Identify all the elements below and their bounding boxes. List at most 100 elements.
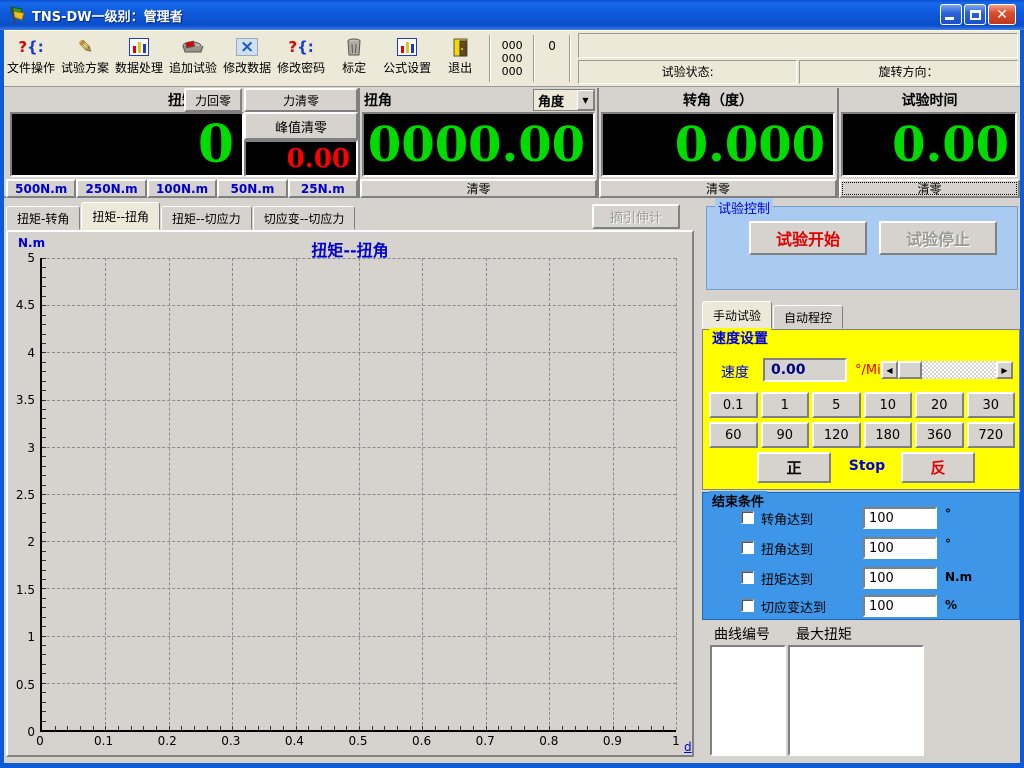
max-torque-listbox[interactable] — [788, 645, 924, 756]
toolbar-button-calibration[interactable]: 标定 — [328, 31, 380, 86]
y-tick-label: 2.5 — [16, 488, 35, 502]
speed-input[interactable] — [763, 358, 847, 382]
tab-shear-strain-stress[interactable]: 切应变--切应力 — [253, 206, 356, 230]
tab-torque-rotation[interactable]: 扭矩-转角 — [6, 206, 80, 230]
test-stop-button[interactable]: 试验停止 — [879, 221, 997, 255]
x-minor-tick — [245, 726, 246, 730]
y-minor-tick — [42, 428, 46, 429]
toolbar-button-file-ops[interactable]: ?{: 文件操作 — [4, 31, 58, 86]
toolbar-separator — [569, 35, 571, 82]
toolbar-label: 追加试验 — [169, 59, 217, 76]
shear-strain-reached-checkbox[interactable] — [741, 599, 754, 612]
y-tick-label: 3.5 — [16, 393, 35, 407]
preset-90-button[interactable]: 90 — [761, 422, 810, 448]
toolbar-button-change-password[interactable]: ?{: 修改密码 — [274, 31, 328, 86]
remove-extensometer-button[interactable]: 摘引伸计 — [592, 204, 680, 229]
y-minor-tick — [42, 626, 46, 627]
minimize-button[interactable] — [940, 4, 962, 25]
force-return-zero-button[interactable]: 力回零 — [184, 88, 242, 112]
x-minor-tick — [410, 726, 411, 730]
twist-reached-checkbox[interactable] — [741, 541, 754, 554]
rotation-reached-checkbox[interactable] — [741, 511, 754, 524]
preset-5-button[interactable]: 5 — [812, 392, 861, 418]
chevron-down-icon[interactable]: ▼ — [577, 90, 594, 110]
x-minor-tick — [448, 726, 449, 730]
maximize-button[interactable] — [964, 4, 986, 25]
force-clear-button[interactable]: 力清零 — [244, 88, 358, 112]
y-minor-tick — [42, 381, 46, 382]
preset-180-button[interactable]: 180 — [864, 422, 913, 448]
rotation-panel: 转角（度） 0.000 清零 — [599, 88, 839, 198]
y-minor-tick — [42, 598, 46, 599]
x-minor-tick — [169, 726, 170, 730]
tab-torque-shear-stress[interactable]: 扭矩--切应力 — [161, 206, 252, 230]
toolbar-button-data-process[interactable]: 数据处理 — [112, 31, 166, 86]
preset-720-button[interactable]: 720 — [967, 422, 1016, 448]
x-minor-tick — [359, 726, 360, 730]
preset-20-button[interactable]: 20 — [915, 392, 964, 418]
rotation-reached-input[interactable] — [863, 507, 937, 529]
toolbar-label: 修改密码 — [277, 59, 325, 76]
range-500-button[interactable]: 500N.m — [6, 179, 76, 198]
shear-strain-reached-input[interactable] — [863, 595, 937, 617]
preset-1-button[interactable]: 1 — [761, 392, 810, 418]
books-icon — [182, 35, 204, 59]
range-50-button[interactable]: 50N.m — [217, 179, 287, 198]
counter-line: 000 — [502, 39, 523, 52]
close-button[interactable]: ✕ — [988, 4, 1016, 25]
preset-360-button[interactable]: 360 — [915, 422, 964, 448]
range-250-button[interactable]: 250N.m — [76, 179, 146, 198]
toolbar-button-modify-data[interactable]: × 修改数据 — [220, 31, 274, 86]
tab-manual-test[interactable]: 手动试验 — [702, 301, 772, 329]
y-minor-tick — [42, 466, 46, 467]
toolbar-button-append-test[interactable]: 追加试验 — [166, 31, 220, 86]
speed-settings-legend: 速度设置 — [709, 328, 771, 348]
range-25-button[interactable]: 25N.m — [288, 179, 358, 198]
time-clear-button[interactable]: 清零 — [839, 179, 1020, 198]
tab-torque-twist[interactable]: 扭矩--扭角 — [81, 202, 160, 230]
scrollbar-track[interactable] — [898, 361, 996, 379]
icon-glyph: {: — [27, 38, 44, 56]
toolbar-button-test-plan[interactable]: ✎ 试验方案 — [58, 31, 112, 86]
trash-barrel-icon — [346, 35, 362, 59]
twist-clear-button[interactable]: 清零 — [360, 179, 597, 198]
y-minor-tick — [42, 334, 46, 335]
curve-number-listbox[interactable] — [710, 645, 786, 756]
scrollbar-left-arrow[interactable]: ◀ — [881, 361, 898, 379]
reverse-button[interactable]: 反 — [901, 452, 975, 483]
scrollbar-thumb[interactable] — [898, 361, 922, 379]
speed-scrollbar[interactable]: ◀ ▶ — [881, 361, 1013, 379]
y-minor-tick — [42, 503, 46, 504]
toolbar-button-formula-settings[interactable]: 公式设置 — [380, 31, 434, 86]
x-minor-tick — [67, 726, 68, 730]
angle-unit-combobox[interactable]: 角度 ▼ — [533, 89, 595, 111]
preset-10-button[interactable]: 10 — [864, 392, 913, 418]
twist-reached-input[interactable] — [863, 537, 937, 559]
y-tick-label: 4 — [27, 346, 35, 360]
preset-0.1-button[interactable]: 0.1 — [709, 392, 758, 418]
rotation-reached-unit: ° — [945, 507, 951, 521]
twist-reached-unit: ° — [945, 537, 951, 551]
x-minor-tick — [308, 726, 309, 730]
test-control-group: 试验控制 试验开始 试验停止 — [706, 206, 1018, 290]
gridline-h — [42, 494, 676, 495]
preset-60-button[interactable]: 60 — [709, 422, 758, 448]
tab-auto-program[interactable]: 自动程控 — [773, 305, 843, 329]
twist-panel: 扭角 角度 ▼ 0000.00 清零 — [360, 88, 599, 198]
range-100-button[interactable]: 100N.m — [147, 179, 217, 198]
rotation-clear-button[interactable]: 清零 — [599, 179, 837, 198]
toolbar-button-exit[interactable]: 退出 — [434, 31, 486, 86]
torque-reached-checkbox[interactable] — [741, 571, 754, 584]
x-tick-label: 0.4 — [285, 734, 304, 748]
preset-120-button[interactable]: 120 — [812, 422, 861, 448]
x-minor-tick — [372, 726, 373, 730]
peak-clear-button[interactable]: 峰值清零 — [244, 112, 358, 140]
test-start-button[interactable]: 试验开始 — [749, 221, 867, 255]
scrollbar-right-arrow[interactable]: ▶ — [996, 361, 1013, 379]
torque-reached-input[interactable] — [863, 567, 937, 589]
y-minor-tick — [42, 343, 46, 344]
forward-button[interactable]: 正 — [757, 452, 831, 483]
app-icon — [8, 5, 28, 25]
x-minor-tick — [80, 726, 81, 730]
preset-30-button[interactable]: 30 — [967, 392, 1016, 418]
